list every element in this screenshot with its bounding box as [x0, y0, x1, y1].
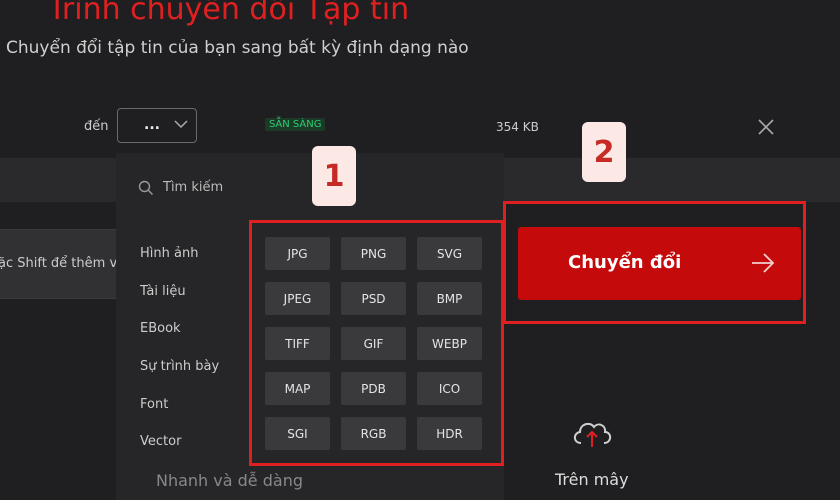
format-webp[interactable]: WEBP — [417, 327, 482, 360]
target-format-select[interactable]: ... — [117, 108, 197, 143]
format-rgb[interactable]: RGB — [341, 417, 406, 450]
arrow-right-icon — [752, 253, 775, 273]
cloud-upload-icon — [573, 422, 612, 447]
annotation-marker-2: 2 — [582, 122, 626, 182]
format-hdr[interactable]: HDR — [417, 417, 482, 450]
select-value: ... — [144, 117, 160, 133]
format-svg[interactable]: SVG — [417, 237, 482, 270]
close-icon[interactable] — [756, 117, 776, 137]
file-size: 354 KB — [496, 120, 539, 134]
convert-button[interactable]: Chuyển đổi — [518, 227, 801, 300]
convert-button-label: Chuyển đổi — [568, 252, 682, 273]
category-ebook[interactable]: EBook — [140, 321, 181, 336]
annotation-marker-1: 1 — [312, 146, 356, 206]
category-images[interactable]: Hình ảnh — [140, 246, 198, 261]
page-title: Trình chuyển đổi Tập tin — [48, 0, 410, 27]
format-tiff[interactable]: TIFF — [265, 327, 330, 360]
chevron-down-icon — [174, 120, 188, 129]
page-subtitle: Chuyển đổi tập tin của bạn sang bất kỳ đ… — [6, 38, 469, 58]
search-icon — [138, 180, 153, 195]
format-psd[interactable]: PSD — [341, 282, 406, 315]
format-jpeg[interactable]: JPEG — [265, 282, 330, 315]
format-search-input[interactable]: Tìm kiếm — [163, 180, 223, 195]
category-font[interactable]: Font — [140, 397, 168, 412]
format-png[interactable]: PNG — [341, 237, 406, 270]
category-documents[interactable]: Tài liệu — [140, 284, 186, 299]
format-bmp[interactable]: BMP — [417, 282, 482, 315]
feature-label-cloud: Trên mây — [555, 470, 629, 489]
feature-label-fast: Nhanh và dễ dàng — [156, 471, 303, 490]
category-presentation[interactable]: Sự trình bày — [140, 359, 219, 374]
status-badge: SẴN SÀNG — [265, 118, 326, 131]
format-sgi[interactable]: SGI — [265, 417, 330, 450]
drop-hint-text: ặc Shift để thêm vài — [0, 256, 122, 271]
format-pdb[interactable]: PDB — [341, 372, 406, 405]
drop-hint-strip: ặc Shift để thêm vài — [0, 229, 122, 299]
format-map[interactable]: MAP — [265, 372, 330, 405]
category-vector[interactable]: Vector — [140, 434, 181, 449]
to-label: đến — [84, 119, 109, 134]
format-ico[interactable]: ICO — [417, 372, 482, 405]
format-gif[interactable]: GIF — [341, 327, 406, 360]
format-jpg[interactable]: JPG — [265, 237, 330, 270]
